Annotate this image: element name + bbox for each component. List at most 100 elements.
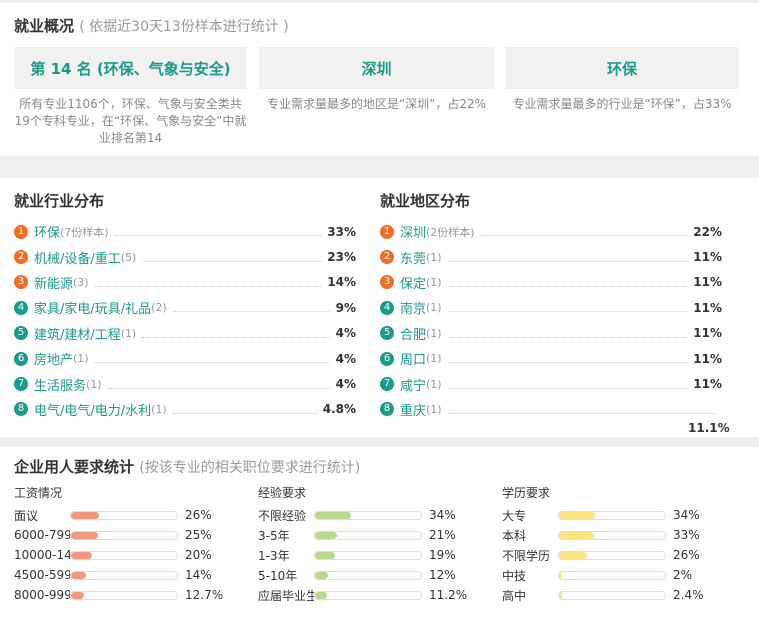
industry-list-item[interactable]: 8 电气/电气/电力/水利 (1) 4.8% xyxy=(14,397,356,422)
requirement-bar-fill xyxy=(559,551,587,559)
rank-badge: 3 xyxy=(380,275,394,290)
rank-badge: 7 xyxy=(14,377,28,392)
industry-item-name[interactable]: 机械/设备/重工 xyxy=(34,248,121,267)
rank-badge: 3 xyxy=(14,275,28,290)
top-industry-box: 环保 xyxy=(505,47,739,89)
region-item-count: (2份样本) xyxy=(426,225,475,239)
dotted-leader xyxy=(172,311,330,313)
region-list-item[interactable]: 6 周口 (1) 11% xyxy=(380,346,722,371)
requirement-bar xyxy=(558,590,666,600)
region-list-item[interactable]: 7 咸宁 (1) 11% xyxy=(380,371,722,396)
region-item-percent: 11% xyxy=(693,377,722,392)
requirement-bar xyxy=(558,550,666,560)
industry-list-item[interactable]: 4 家具/家电/玩具/礼品 (2) 9% xyxy=(14,295,356,320)
rank-box: 第 14 名 (环保、气象与安全) xyxy=(14,47,247,89)
region-item-count: (1) xyxy=(426,377,442,391)
requirement-bar xyxy=(314,510,422,520)
requirement-value: 19% xyxy=(429,548,456,562)
requirement-value: 2.4% xyxy=(673,588,704,602)
region-list-item[interactable]: 8 重庆 (1) xyxy=(380,397,722,422)
overview-subtitle: ( 依据近30天13份样本进行统计 ) xyxy=(79,19,289,35)
region-list-item[interactable]: 3 保定 (1) 11% xyxy=(380,270,722,295)
requirement-row: 大专 34% xyxy=(502,505,704,525)
region-item-count: (1) xyxy=(426,402,442,416)
dotted-leader xyxy=(447,387,688,389)
dotted-leader xyxy=(447,260,688,262)
requirements-subtitle: (按该专业的相关职位要求进行统计) xyxy=(139,460,361,476)
region-item-name[interactable]: 南京 xyxy=(400,298,426,317)
industry-list-item[interactable]: 1 环保 (7份样本) 33% xyxy=(14,219,356,244)
industry-list-item[interactable]: 2 机械/设备/重工 (5) 23% xyxy=(14,244,356,269)
region-item-percent: 11% xyxy=(693,326,722,341)
region-item-name[interactable]: 深圳 xyxy=(400,222,426,241)
industry-item-name[interactable]: 新能源 xyxy=(34,273,73,292)
industry-item-count: (7份样本) xyxy=(60,225,109,239)
requirement-group-title: 工资情况 xyxy=(14,486,63,500)
requirement-label: 5-10年 xyxy=(258,568,298,583)
dotted-leader xyxy=(114,235,322,237)
rank-badge: 2 xyxy=(380,250,394,265)
rank-badge: 1 xyxy=(14,224,28,239)
region-item-name[interactable]: 合肥 xyxy=(400,324,426,343)
industry-item-name[interactable]: 环保 xyxy=(34,222,60,241)
industry-item-count: (1) xyxy=(120,326,137,340)
requirement-row: 8000-9999 12.7% xyxy=(14,585,223,605)
region-item-count: (1) xyxy=(426,275,442,289)
requirement-row: 本科 33% xyxy=(502,525,704,545)
requirement-bar-fill xyxy=(315,551,336,559)
industry-list-item[interactable]: 3 新能源 (3) 14% xyxy=(14,270,356,295)
requirement-label: 高中 xyxy=(502,588,527,603)
requirement-row: 1-3年 19% xyxy=(258,545,467,565)
requirement-label: 中技 xyxy=(502,568,527,583)
region-item-count: (1) xyxy=(426,326,442,340)
requirement-bar-fill xyxy=(71,591,85,599)
rank-badge: 8 xyxy=(380,402,394,417)
requirement-value: 34% xyxy=(673,508,700,522)
rank-badge: 5 xyxy=(14,326,28,341)
industry-item-percent: 33% xyxy=(327,224,356,239)
dotted-leader xyxy=(447,311,688,313)
requirement-value: 25% xyxy=(185,528,212,542)
rank-badge: 6 xyxy=(380,351,394,366)
industry-item-name[interactable]: 家具/家电/玩具/礼品 xyxy=(34,298,151,317)
rank-badge: 2 xyxy=(14,250,28,265)
rank-badge: 5 xyxy=(380,326,394,341)
region-list-item[interactable]: 1 深圳 (2份样本) 22% xyxy=(380,219,722,244)
requirement-bar xyxy=(558,530,666,540)
requirement-value: 26% xyxy=(673,548,700,562)
requirement-bar-fill xyxy=(559,571,562,579)
rank-badge: 4 xyxy=(380,300,394,315)
salary-column: 工资情况面议 26% 6000-7999 25% 10000-14999 20% 4500-… xyxy=(14,485,223,605)
industry-item-name[interactable]: 生活服务 xyxy=(34,375,86,394)
region-list-item[interactable]: 5 合肥 (1) 11% xyxy=(380,321,722,346)
dotted-leader xyxy=(142,336,330,338)
requirement-bar-fill xyxy=(315,531,338,539)
rank-badge: 8 xyxy=(14,402,28,417)
region-list-item[interactable]: 4 南京 (1) 11% xyxy=(380,295,722,320)
region-item-name[interactable]: 周口 xyxy=(400,349,426,368)
industry-item-name[interactable]: 房地产 xyxy=(34,349,73,368)
region-list-item[interactable]: 2 东莞 (1) 11% xyxy=(380,244,722,269)
region-title: 就业地区分布 xyxy=(380,192,471,210)
requirement-label: 8000-9999 xyxy=(14,588,70,602)
dotted-leader xyxy=(447,412,716,414)
region-item-name[interactable]: 重庆 xyxy=(400,400,426,419)
industry-list-item[interactable]: 5 建筑/建材/工程 (1) 4% xyxy=(14,321,356,346)
industry-item-percent: 23% xyxy=(327,250,356,265)
requirement-bar-fill xyxy=(71,571,86,579)
industry-item-count: (1) xyxy=(151,402,167,416)
industry-list-item[interactable]: 7 生活服务 (1) 4% xyxy=(14,371,356,396)
requirements-title: 企业用人要求统计 (按该专业的相关职位要求进行统计) xyxy=(14,456,360,477)
requirement-value: 34% xyxy=(429,508,456,522)
industry-list-item[interactable]: 6 房地产 (1) 4% xyxy=(14,346,356,371)
requirement-label: 6000-7999 xyxy=(14,528,70,542)
industry-item-name[interactable]: 电气/电气/电力/水利 xyxy=(34,400,151,419)
region-item-name[interactable]: 东莞 xyxy=(400,248,426,267)
region-item-name[interactable]: 咸宁 xyxy=(400,375,426,394)
industry-item-name[interactable]: 建筑/建材/工程 xyxy=(34,324,121,343)
requirement-bar xyxy=(558,510,666,520)
requirement-bar xyxy=(70,530,178,540)
rank-badge: 7 xyxy=(380,377,394,392)
region-item-name[interactable]: 保定 xyxy=(400,273,426,292)
industry-item-percent: 9% xyxy=(335,300,356,315)
